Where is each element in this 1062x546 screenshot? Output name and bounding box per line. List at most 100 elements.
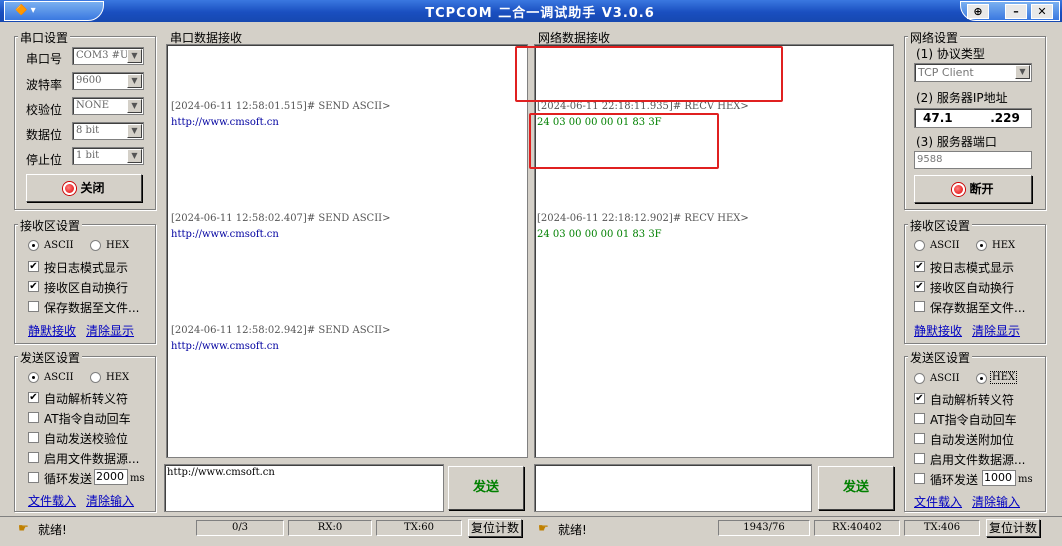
status-ready: 就绪! <box>38 523 67 537</box>
chevron-down-icon: ▼ <box>127 49 142 63</box>
window-title: TCPCOM 二合一调试助手 V3.0.6 <box>425 6 655 21</box>
auto-wrap-checkbox[interactable]: ✔ <box>28 281 39 292</box>
recv-ascii-radio[interactable] <box>28 240 39 251</box>
serial-close-button[interactable]: 关闭 <box>26 174 142 202</box>
silent-recv-link[interactable]: 静默接收 <box>914 322 962 339</box>
clear-input-link[interactable]: 清除输入 <box>86 492 134 509</box>
status-light-icon <box>952 183 966 196</box>
checkbox-label: 按日志模式显示 <box>930 261 1015 275</box>
radio-label: HEX <box>990 371 1018 384</box>
escape-checkbox[interactable]: ✔ <box>914 393 925 404</box>
loop-interval-input[interactable]: 1000 <box>982 470 1016 486</box>
recv-ascii-radio[interactable] <box>914 240 925 251</box>
serial-send-button[interactable]: 发送 <box>448 466 524 510</box>
escape-checkbox[interactable]: ✔ <box>28 392 39 403</box>
app-logo-icon[interactable]: 🔶 ▾ <box>4 1 104 21</box>
chevron-down-icon: ▼ <box>127 99 142 113</box>
server-port-label: (3) 服务器端口 <box>916 135 997 149</box>
status-count: 0/3 <box>196 520 284 536</box>
chevron-down-icon: ▼ <box>127 124 142 138</box>
recv-hex-radio[interactable] <box>976 240 987 251</box>
load-file-link[interactable]: 文件载入 <box>28 492 76 509</box>
log-entry: [2024-06-11 12:58:02.407]# SEND ASCII> ht… <box>171 213 391 240</box>
chevron-down-icon: ▼ <box>127 149 142 163</box>
file-source-checkbox[interactable] <box>28 452 39 463</box>
group-title: 网络设置 <box>908 29 961 46</box>
serial-send-input[interactable]: http://www.cmsoft.cn <box>164 464 444 512</box>
clear-input-link[interactable]: 清除输入 <box>972 493 1020 510</box>
parity-select[interactable]: NONE ▼ <box>72 97 144 115</box>
file-source-checkbox[interactable] <box>914 453 925 464</box>
auto-append-checkbox[interactable] <box>914 433 925 444</box>
clear-display-link[interactable]: 清除显示 <box>972 322 1020 339</box>
status-divider <box>0 516 1062 517</box>
net-recv-area[interactable]: [2024-06-11 22:18:11.935]# RECV HEX> 24 0… <box>534 44 894 458</box>
loop-interval-input[interactable]: 2000 <box>94 469 128 485</box>
send-hex-radio[interactable] <box>90 372 101 383</box>
radio-label: ASCII <box>44 240 74 251</box>
group-title: 接收区设置 <box>908 217 973 234</box>
hand-icon: ☛ <box>538 521 549 535</box>
pin-icon[interactable]: ⊕ <box>967 4 989 19</box>
save-file-checkbox[interactable] <box>28 301 39 312</box>
proto-label: (1) 协议类型 <box>916 47 985 61</box>
radio-label: HEX <box>106 372 130 383</box>
status-ready: 就绪! <box>558 523 587 537</box>
baud-select[interactable]: 9600 ▼ <box>72 72 144 90</box>
hand-icon: ☛ <box>18 521 29 535</box>
checkbox-label: 按日志模式显示 <box>44 261 129 275</box>
protocol-select[interactable]: TCP Client ▼ <box>914 63 1032 82</box>
send-hex-radio[interactable] <box>976 373 987 384</box>
reset-count-button[interactable]: 复位计数 <box>468 519 522 537</box>
port-select[interactable]: COM3 #US ▼ <box>72 47 144 65</box>
group-title: 发送区设置 <box>18 349 83 366</box>
net-send-input[interactable] <box>534 464 812 512</box>
load-file-link[interactable]: 文件载入 <box>914 493 962 510</box>
parity-label: 校验位 <box>26 103 63 117</box>
databits-label: 数据位 <box>26 128 63 142</box>
checkbox-label: 接收区自动换行 <box>930 281 1015 295</box>
ip-label: (2) 服务器IP地址 <box>916 91 1008 105</box>
close-button[interactable]: ✕ <box>1031 4 1053 19</box>
log-mode-checkbox[interactable]: ✔ <box>28 261 39 272</box>
at-enter-checkbox[interactable] <box>28 412 39 423</box>
group-title: 发送区设置 <box>908 349 973 366</box>
auto-check-checkbox[interactable] <box>28 432 39 443</box>
save-file-checkbox[interactable] <box>914 301 925 312</box>
loop-send-checkbox[interactable] <box>28 472 39 483</box>
databits-select[interactable]: 8 bit ▼ <box>72 122 144 140</box>
window-controls: ⊕ – ✕ <box>960 1 1060 21</box>
silent-recv-link[interactable]: 静默接收 <box>28 322 76 339</box>
clear-display-link[interactable]: 清除显示 <box>86 322 134 339</box>
log-entry: [2024-06-11 22:18:12.902]# RECV HEX> 24 0… <box>537 213 749 240</box>
highlight-box <box>515 46 783 102</box>
at-enter-checkbox[interactable] <box>914 413 925 424</box>
server-ip-input[interactable]: 47.1 .229 <box>914 108 1032 128</box>
checkbox-label: 保存数据至文件... <box>44 301 140 315</box>
stopbits-select[interactable]: 1 bit ▼ <box>72 147 144 165</box>
group-title: 接收区设置 <box>18 217 83 234</box>
reset-count-button[interactable]: 复位计数 <box>986 519 1040 537</box>
status-count: 1943/76 <box>718 520 810 536</box>
send-ascii-radio[interactable] <box>914 373 925 384</box>
net-send-button[interactable]: 发送 <box>818 466 894 510</box>
checkbox-label: 自动解析转义符 <box>930 393 1015 407</box>
auto-wrap-checkbox[interactable]: ✔ <box>914 281 925 292</box>
status-tx: TX:60 <box>376 520 462 536</box>
loop-send-checkbox[interactable] <box>914 473 925 484</box>
send-ascii-radio[interactable] <box>28 372 39 383</box>
chevron-down-icon: ▼ <box>1015 65 1030 79</box>
minimize-button[interactable]: – <box>1005 4 1027 19</box>
radio-label: ASCII <box>930 373 960 384</box>
log-mode-checkbox[interactable]: ✔ <box>914 261 925 272</box>
radio-label: ASCII <box>930 240 960 251</box>
disconnect-button[interactable]: 断开 <box>914 175 1032 203</box>
ms-label: ms <box>130 473 145 484</box>
recv-hex-radio[interactable] <box>90 240 101 251</box>
port-label: 串口号 <box>26 52 63 66</box>
serial-recv-area[interactable]: [2024-06-11 12:58:01.515]# SEND ASCII> ht… <box>166 44 528 458</box>
server-port-input[interactable]: 9588 <box>914 151 1032 169</box>
status-tx: TX:406 <box>904 520 980 536</box>
checkbox-label: 自动发送校验位 <box>44 432 129 446</box>
checkbox-label: AT指令自动回车 <box>930 413 1017 427</box>
